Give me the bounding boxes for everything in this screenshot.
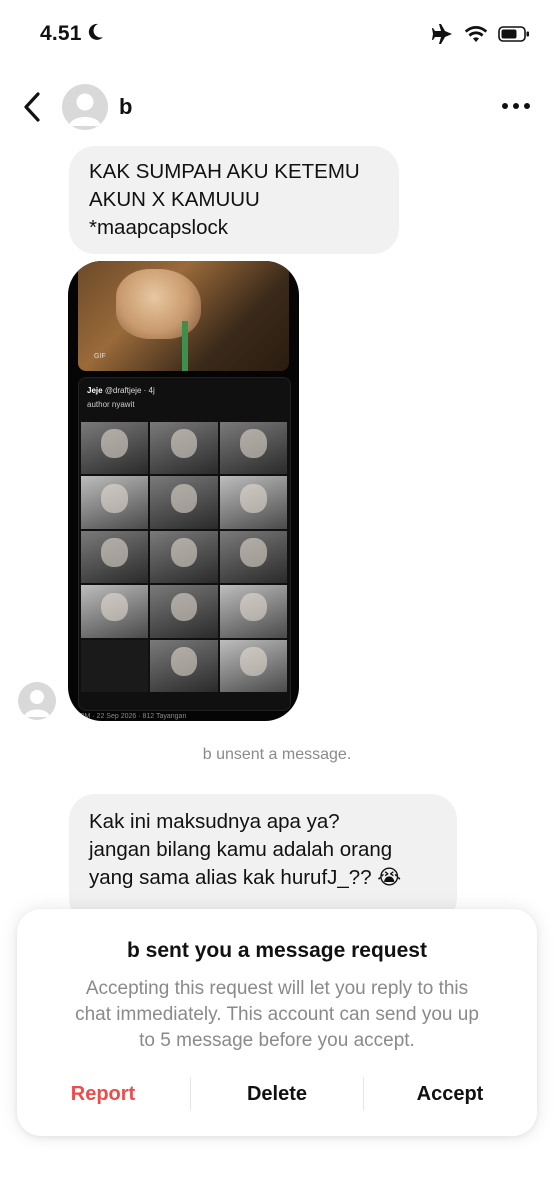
airplane-icon — [432, 24, 452, 44]
message-line: *maapcapslock — [89, 216, 229, 239]
gif-label: GIF — [94, 353, 106, 360]
delete-button[interactable]: Delete — [207, 1083, 347, 1106]
report-button[interactable]: Report — [33, 1083, 173, 1106]
more-options-icon[interactable] — [502, 103, 530, 109]
embedded-post-footer: 4 PM · 22 Sep 2026 · 812 Tayangan — [74, 713, 187, 720]
photo-grid — [81, 422, 287, 692]
wifi-icon — [464, 26, 488, 42]
sender-avatar[interactable] — [18, 682, 56, 720]
embedded-post-user: Jeje @draftjeje · 4j — [87, 386, 155, 395]
embedded-post: Jeje @draftjeje · 4j author nyawit — [78, 377, 291, 711]
moon-icon — [88, 23, 103, 40]
unsent-notice: b unsent a message. — [202, 746, 352, 763]
message-line: yang sama alias kak hurufJ_?? 😭 — [89, 866, 402, 889]
message-line: AKUN X KAMUUU — [89, 188, 260, 211]
default-avatar-icon — [24, 690, 50, 717]
divider — [190, 1077, 191, 1111]
divider — [363, 1077, 364, 1111]
default-avatar-icon — [69, 93, 101, 126]
contact-name[interactable]: b — [119, 94, 132, 120]
chevron-left-icon[interactable] — [18, 90, 48, 124]
accept-button[interactable]: Accept — [380, 1083, 520, 1106]
request-title: b sent you a message request — [127, 939, 427, 962]
message-bubble[interactable]: Kak ini maksudnya apa ya? jangan bilang … — [69, 794, 457, 924]
status-time: 4.51 — [40, 22, 104, 46]
message-bubble[interactable]: KAK SUMPAH AKU KETEMU AKUN X KAMUUU *maa… — [69, 146, 399, 254]
message-request-sheet: b sent you a message request Accepting t… — [17, 909, 537, 1136]
message-line: Kak ini maksudnya apa ya? — [89, 810, 340, 833]
avatar[interactable] — [62, 84, 108, 130]
message-line: KAK SUMPAH AKU KETEMU — [89, 160, 360, 183]
battery-icon — [498, 26, 529, 42]
status-icons — [432, 24, 530, 44]
embedded-post-text: author nyawit — [87, 400, 135, 409]
request-description: Accepting this request will let you repl… — [75, 978, 479, 1051]
gif-preview: GIF — [78, 261, 289, 371]
shared-image-message[interactable]: GIF Jeje @draftjeje · 4j author nyawit 4… — [68, 261, 299, 721]
message-line: jangan bilang kamu adalah orang — [89, 838, 393, 861]
